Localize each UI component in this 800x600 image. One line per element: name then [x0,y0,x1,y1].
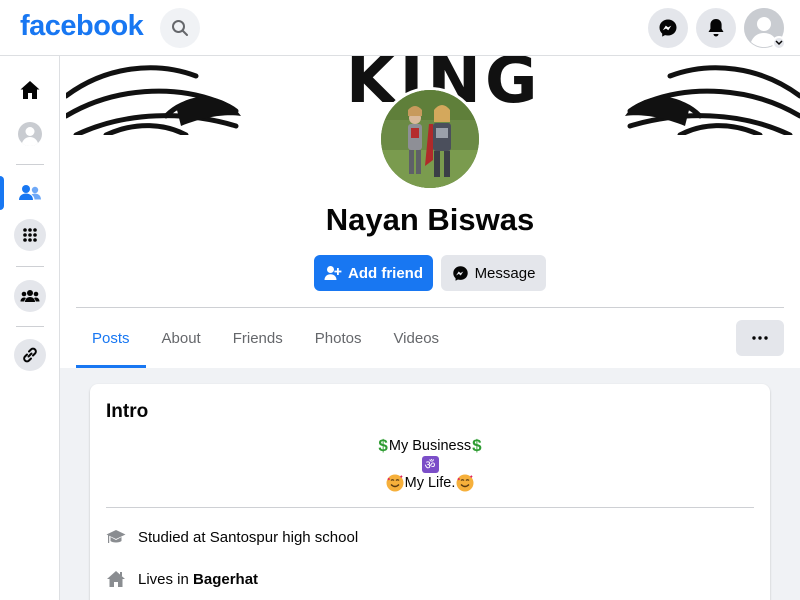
user-avatar-icon [18,122,42,147]
lives-prefix: Lives in [138,570,194,588]
profile-tabs: Posts About Friends Photos Videos [76,308,455,368]
smiling-face-with-hearts-icon [386,474,404,492]
add-friend-label: Add friend [348,264,423,282]
intro-divider [106,507,754,508]
bio-line-1: $ My Business $ [90,436,770,456]
rail-divider [16,164,44,165]
account-button[interactable] [744,8,786,50]
tab-about[interactable]: About [146,308,217,368]
message-label: Message [474,264,536,282]
messenger-icon [659,19,677,37]
notifications-button[interactable] [696,8,736,48]
dollar-icon: $ [472,436,482,455]
rail-item-links[interactable] [14,339,46,371]
more-options-button[interactable] [736,320,784,356]
intro-title: Intro [106,401,149,422]
facebook-logo[interactable]: facebook [20,10,144,43]
lives-place-link[interactable]: Bagerhat [193,571,258,588]
profile-name: Nayan Biswas [325,202,535,237]
tab-photos[interactable]: Photos [299,308,378,368]
profile-photo-image [381,90,479,188]
graduation-cap-icon [106,530,126,543]
active-indicator [0,176,4,210]
messenger-button[interactable] [648,8,688,48]
education-row: Studied at Santospur high school [106,528,358,546]
rail-divider [16,326,44,327]
profile-header: KING Nayan Biswas Add friend Message Pos… [60,56,800,368]
grid-menu-icon [23,228,37,242]
intro-card: Intro $ My Business $ ॐ My Life. Studied… [90,384,770,600]
smiling-face-with-hearts-icon [456,474,474,492]
tab-friends[interactable]: Friends [217,308,299,368]
bio-line-2: ॐ [90,456,770,473]
dollar-icon: $ [378,436,388,455]
bio-life-text: My Life. [404,475,456,491]
rail-item-groups[interactable] [14,280,46,312]
profile-picture[interactable] [378,87,482,191]
search-button[interactable] [160,8,200,48]
home-icon [20,81,40,99]
top-navigation-bar: facebook [0,0,800,56]
bell-icon [708,19,724,37]
bio: $ My Business $ ॐ My Life. [90,436,770,493]
tab-posts[interactable]: Posts [76,308,146,368]
add-friend-button[interactable]: Add friend [314,255,433,291]
education-text: Studied at Santospur high school [138,528,359,546]
tab-videos[interactable]: Videos [377,308,455,368]
rail-item-profile[interactable] [14,118,46,150]
rail-item-home[interactable] [14,74,46,106]
groups-icon [20,290,40,302]
om-icon: ॐ [421,456,439,473]
add-friend-icon [324,266,342,280]
rail-item-friends[interactable] [14,177,46,209]
link-icon [23,347,37,363]
message-button[interactable]: Message [441,255,546,291]
bio-business-text: My Business [388,438,472,454]
more-icon [752,336,768,340]
rail-divider [16,266,44,267]
bio-line-3: My Life. [90,473,770,493]
home-icon [107,571,125,587]
rail-item-menu[interactable] [14,219,46,251]
chevron-down-icon [772,36,786,50]
location-text: Lives in Bagerhat [138,571,258,588]
left-navigation-rail [0,56,60,600]
messenger-icon [452,265,468,281]
search-icon [172,20,188,36]
location-row: Lives in Bagerhat [106,570,258,588]
friends-icon [19,185,41,200]
